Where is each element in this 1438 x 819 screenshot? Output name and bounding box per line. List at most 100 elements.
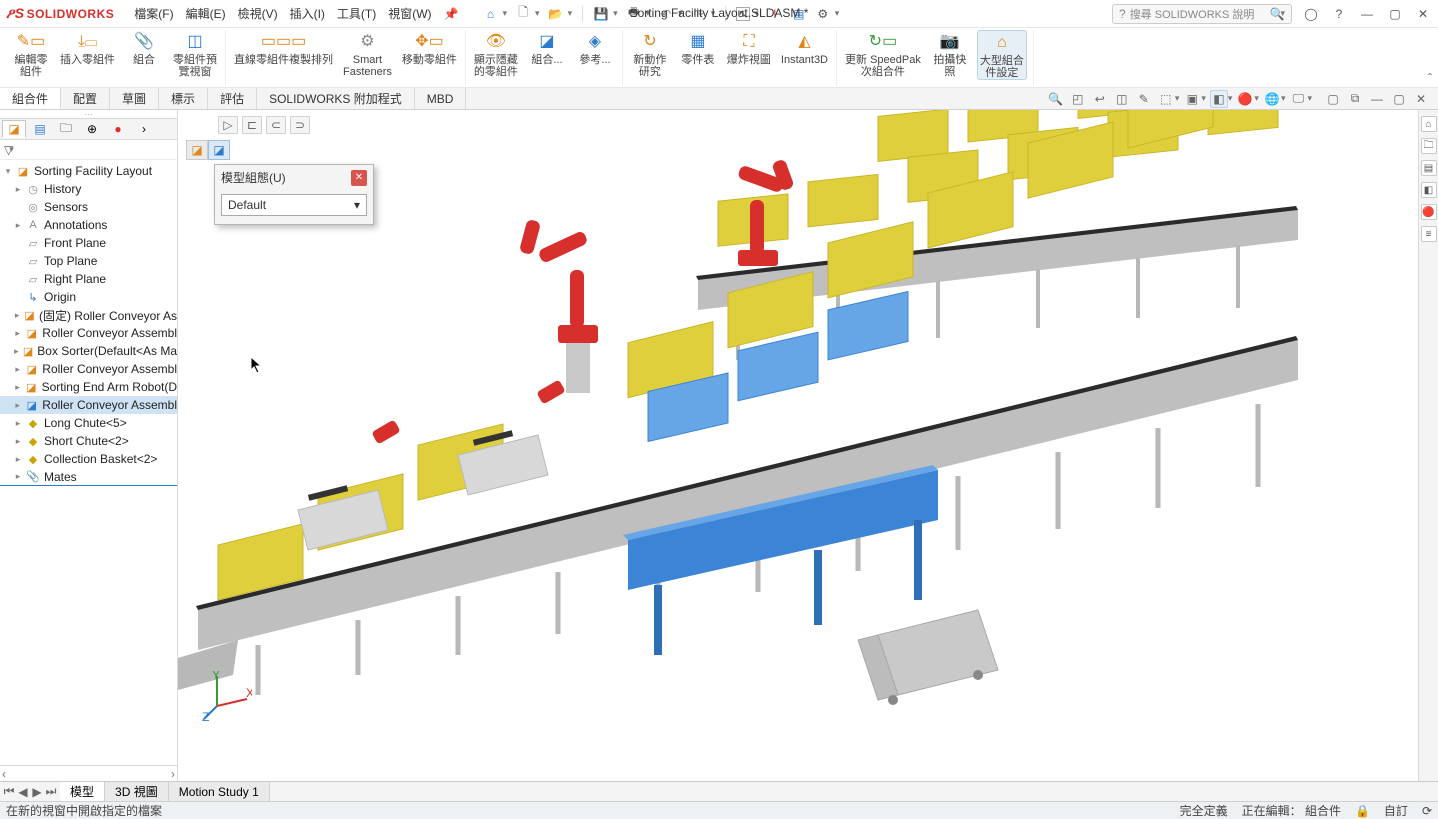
ribbon-collapse-icon[interactable]: ˆ [1428,71,1432,85]
appearance-icon[interactable]: 🔴 [1236,90,1254,108]
snapshot-button[interactable]: 📷拍攝快 照 [929,30,971,78]
menu-tools[interactable]: 工具(T) [337,5,376,22]
reference-geometry-button[interactable]: ◈參考... [574,30,616,66]
tree-top-plane[interactable]: ▱Top Plane [0,252,177,270]
tree-comp-8[interactable]: ▸◆Short Chute<2> [0,432,177,450]
panel-tab-more[interactable]: › [132,120,156,138]
expand-icon[interactable]: ▸ [14,382,21,393]
tab-markup[interactable]: 標示 [159,88,208,109]
tree-comp-4[interactable]: ▸◪Roller Conveyor Assembl [0,360,177,378]
expand-icon[interactable]: ▾ [4,166,12,177]
edit-component-button[interactable]: ✎▭編輯零 組件 [10,30,52,78]
prev-view-icon[interactable]: ↩ [1091,90,1109,108]
tree-origin[interactable]: ↳Origin [0,288,177,306]
user-icon[interactable]: ◯ [1302,5,1320,23]
tree-filter[interactable]: ▽▾ [0,140,177,160]
window-restore-icon[interactable]: ▢ [1386,5,1404,23]
status-custom[interactable]: 自訂 [1384,802,1408,819]
view-orient-dropdown[interactable]: ▾ [1175,93,1180,104]
tree-sensors[interactable]: ◎Sensors [0,198,177,216]
hide-show-dropdown[interactable]: ▾ [1228,93,1233,104]
smart-fasteners-button[interactable]: ⚙Smart Fasteners [341,30,394,78]
expand-icon[interactable]: ▸ [14,364,21,375]
scroll-left-icon[interactable]: ‹ [2,767,6,781]
insert-component-button[interactable]: ⤓▭插入零組件 [58,30,117,66]
tab-addins[interactable]: SOLIDWORKS 附加程式 [257,88,415,109]
viewport-single-icon[interactable]: ▢ [1324,90,1342,108]
tree-comp-6[interactable]: ▸◪Roller Conveyor Assembl [0,396,177,414]
view-orient-icon[interactable]: ⬚ [1157,90,1175,108]
panel-grip[interactable]: ⋯ [0,110,177,118]
tree-right-plane[interactable]: ▱Right Plane [0,270,177,288]
show-hidden-button[interactable]: 👁顯示隱藏 的零組件 [472,30,520,78]
move-component-button[interactable]: ✥▭移動零組件 [400,30,459,66]
large-assembly-button[interactable]: ⌂大型組合 件設定 [977,30,1027,80]
doc-min-icon[interactable]: — [1368,90,1386,108]
expand-icon[interactable]: ▸ [14,400,21,411]
tree-comp-9[interactable]: ▸◆Collection Basket<2> [0,450,177,468]
bottom-nav-next-icon[interactable]: ▶ [30,785,44,799]
view-settings-icon[interactable]: 🖵 [1289,90,1307,108]
tree-comp-5[interactable]: ▸◪Sorting End Arm Robot(D [0,378,177,396]
tree-comp-3[interactable]: ▸◪Box Sorter(Default<As Ma [0,342,177,360]
display-style-dropdown[interactable]: ▾ [1201,93,1206,104]
new-dropdown[interactable]: ▾ [535,8,540,19]
new-doc-icon[interactable]: 🗋 [515,6,531,22]
open-icon[interactable]: 📂 [548,6,564,22]
expand-icon[interactable]: ▸ [14,310,20,321]
bottom-nav-first-icon[interactable]: ⏮ [2,784,16,799]
window-close-icon[interactable]: ✕ [1414,5,1432,23]
tree-history[interactable]: ▸◷History [0,180,177,198]
display-style-icon[interactable]: ▣ [1183,90,1201,108]
expand-icon[interactable]: ▸ [14,418,22,429]
save-dropdown[interactable]: ▾ [613,8,618,19]
tab-assembly[interactable]: 組合件 [0,88,61,109]
bottom-tab-3dview[interactable]: 3D 視圖 [105,782,169,801]
filter-dropdown[interactable]: ▾ [9,144,14,155]
panel-tab-feature-tree[interactable]: ◪ [2,120,26,138]
expand-icon[interactable]: ▸ [14,471,22,482]
expand-icon[interactable]: ▸ [14,436,22,447]
view-settings-dropdown[interactable]: ▾ [1307,93,1312,104]
taskpane-view-icon[interactable]: ◧ [1421,182,1437,198]
panel-tab-display[interactable]: ● [106,120,130,138]
tree-comp-7[interactable]: ▸◆Long Chute<5> [0,414,177,432]
bottom-nav-prev-icon[interactable]: ◀ [16,785,30,799]
expand-icon[interactable]: ▸ [14,328,21,339]
update-speedpak-button[interactable]: ↻▭更新 SpeedPak 次組合件 [843,30,923,78]
expand-icon[interactable]: ▸ [14,346,19,357]
component-preview-button[interactable]: ◫零組件預 覽視窗 [171,30,219,78]
graphics-viewport[interactable]: ▷ ⊏ ⊂ ⊃ ◪ ◪ 模型組態(U) ✕ Default ▾ [178,110,1418,781]
taskpane-props-icon[interactable]: ≡ [1421,226,1437,242]
menu-window[interactable]: 視窗(W) [388,5,431,22]
window-minimize-icon[interactable]: — [1358,5,1376,23]
exploded-view-button[interactable]: ⛶爆炸視圖 [725,30,773,66]
tree-annotations[interactable]: ▸AAnnotations [0,216,177,234]
doc-close-icon[interactable]: ✕ [1412,90,1430,108]
menu-view[interactable]: 檢視(V) [238,5,278,22]
bom-button[interactable]: ▦零件表 [677,30,719,66]
bottom-tab-model[interactable]: 模型 [60,782,105,801]
doc-restore-icon[interactable]: ▢ [1390,90,1408,108]
menu-edit[interactable]: 編輯(E) [186,5,226,22]
settings-gear-icon[interactable]: ⚙ [815,6,831,22]
open-dropdown[interactable]: ▾ [568,8,573,19]
taskpane-home-icon[interactable]: ⌂ [1421,116,1437,132]
search-dropdown[interactable]: ▾ [1280,8,1285,19]
save-icon[interactable]: 💾 [593,6,609,22]
instant3d-button[interactable]: ◭Instant3D [779,30,830,66]
mate-button[interactable]: 📎組合 [123,30,165,66]
bottom-nav-last-icon[interactable]: ⏭ [44,784,58,799]
panel-tab-property[interactable]: ▤ [28,120,52,138]
tree-root[interactable]: ▾◪Sorting Facility Layout [0,162,177,180]
status-refresh-icon[interactable]: ⟳ [1422,804,1432,818]
dynamic-annot-icon[interactable]: ✎ [1135,90,1153,108]
expand-icon[interactable]: ▸ [14,454,22,465]
settings-dropdown[interactable]: ▾ [835,8,840,19]
hide-show-icon[interactable]: ◧ [1210,90,1228,108]
tab-sketch[interactable]: 草圖 [110,88,159,109]
viewport-link-icon[interactable]: ⧉ [1346,90,1364,108]
linear-pattern-button[interactable]: ▭▭▭直線零組件複製排列 [232,30,335,66]
tab-mbd[interactable]: MBD [415,88,467,109]
tab-layout[interactable]: 配置 [61,88,110,109]
